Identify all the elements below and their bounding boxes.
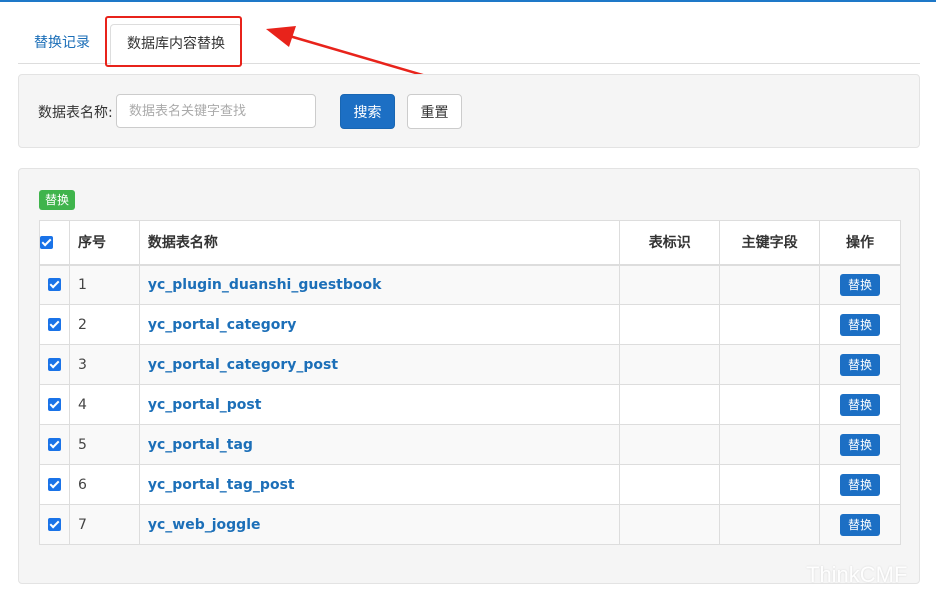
table-name-label: 数据表名称: (38, 105, 113, 121)
row-replace-button[interactable]: 替换 (840, 513, 881, 536)
row-pk (719, 344, 821, 385)
tab-db-content-replace[interactable]: 数据库内容替换 (110, 24, 242, 65)
row-no: 4 (68, 384, 140, 425)
top-accent-bar (0, 0, 936, 2)
reset-button[interactable]: 重置 (407, 94, 462, 129)
table-name-link[interactable]: yc_portal_category_post (148, 357, 338, 373)
select-all-checkbox[interactable] (40, 235, 53, 249)
header-no: 序号 (68, 220, 140, 266)
row-checkbox[interactable] (47, 358, 61, 371)
row-check-cell (39, 504, 70, 545)
watermark-logo: ThinkCMF (806, 562, 908, 587)
table-name-link[interactable]: yc_portal_post (148, 397, 262, 413)
row-pk (719, 384, 821, 425)
row-flag (619, 504, 721, 545)
table-name-link[interactable]: yc_portal_category (148, 317, 297, 333)
table-row: 1 yc_plugin_duanshi_guestbook 替换 (39, 264, 901, 305)
row-no: 1 (68, 264, 140, 305)
row-name-cell: yc_portal_post (138, 384, 621, 425)
table-row: 3 yc_portal_category_post 替换 (39, 344, 901, 385)
table-row: 6 yc_portal_tag_post 替换 (39, 464, 901, 505)
header-select-all-cell (39, 220, 70, 266)
row-action-cell: 替换 (819, 344, 901, 385)
row-replace-button[interactable]: 替换 (840, 433, 881, 456)
table-header-row: 序号 数据表名称 表标识 主键字段 操作 (39, 220, 901, 266)
row-checkbox[interactable] (47, 318, 61, 331)
row-flag (619, 464, 721, 505)
header-table-name: 数据表名称 (138, 220, 621, 266)
row-replace-button[interactable]: 替换 (840, 393, 881, 416)
table-name-link[interactable]: yc_portal_tag_post (148, 477, 295, 493)
row-no: 6 (68, 464, 140, 505)
table-name-search-input[interactable] (116, 94, 316, 128)
row-checkbox[interactable] (47, 398, 61, 411)
table-row: 7 yc_web_joggle 替换 (39, 504, 901, 545)
table-panel: 替换 序号 数据表名称 表标识 主键字段 操作 1 yc_plugin_duan… (18, 168, 920, 584)
row-check-cell (39, 464, 70, 505)
row-no: 2 (68, 304, 140, 345)
row-flag (619, 304, 721, 345)
row-no: 7 (68, 504, 140, 545)
row-check-cell (39, 424, 70, 465)
tab-replace-records[interactable]: 替换记录 (18, 24, 106, 64)
row-check-cell (39, 264, 70, 305)
row-replace-button[interactable]: 替换 (840, 473, 881, 496)
row-replace-button[interactable]: 替换 (840, 353, 881, 376)
row-flag (619, 424, 721, 465)
header-table-flag: 表标识 (619, 220, 721, 266)
search-button[interactable]: 搜索 (340, 94, 395, 129)
row-pk (719, 424, 821, 465)
row-name-cell: yc_plugin_duanshi_guestbook (138, 264, 621, 305)
row-name-cell: yc_portal_category_post (138, 344, 621, 385)
table-row: 5 yc_portal_tag 替换 (39, 424, 901, 465)
row-no: 3 (68, 344, 140, 385)
row-check-cell (39, 344, 70, 385)
table-name-link[interactable]: yc_plugin_duanshi_guestbook (148, 277, 382, 293)
row-action-cell: 替换 (819, 424, 901, 465)
table-name-link[interactable]: yc_portal_tag (148, 437, 253, 453)
row-checkbox[interactable] (47, 438, 61, 451)
row-check-cell (39, 384, 70, 425)
row-action-cell: 替换 (819, 264, 901, 305)
table-row: 4 yc_portal_post 替换 (39, 384, 901, 425)
search-panel: 数据表名称: 搜索 重置 (18, 74, 920, 148)
row-name-cell: yc_web_joggle (138, 504, 621, 545)
row-replace-button[interactable]: 替换 (840, 313, 881, 336)
table-row: 2 yc_portal_category 替换 (39, 304, 901, 345)
row-pk (719, 464, 821, 505)
row-pk (719, 504, 821, 545)
table-name-link[interactable]: yc_web_joggle (148, 517, 261, 533)
row-checkbox[interactable] (47, 478, 61, 491)
row-action-cell: 替换 (819, 304, 901, 345)
row-name-cell: yc_portal_tag (138, 424, 621, 465)
row-name-cell: yc_portal_category (138, 304, 621, 345)
row-action-cell: 替换 (819, 464, 901, 505)
header-primary-key: 主键字段 (719, 220, 821, 266)
row-flag (619, 344, 721, 385)
row-pk (719, 264, 821, 305)
header-action: 操作 (819, 220, 901, 266)
row-name-cell: yc_portal_tag_post (138, 464, 621, 505)
row-action-cell: 替换 (819, 504, 901, 545)
row-check-cell (39, 304, 70, 345)
table-list: 序号 数据表名称 表标识 主键字段 操作 1 yc_plugin_duanshi… (39, 220, 901, 545)
row-pk (719, 304, 821, 345)
row-action-cell: 替换 (819, 384, 901, 425)
tab-bar: 替换记录 数据库内容替换 (18, 20, 920, 65)
row-replace-button[interactable]: 替换 (840, 273, 881, 296)
row-checkbox[interactable] (47, 518, 61, 531)
row-no: 5 (68, 424, 140, 465)
bulk-replace-button[interactable]: 替换 (39, 190, 76, 210)
row-flag (619, 384, 721, 425)
row-flag (619, 264, 721, 305)
row-checkbox[interactable] (47, 278, 61, 292)
